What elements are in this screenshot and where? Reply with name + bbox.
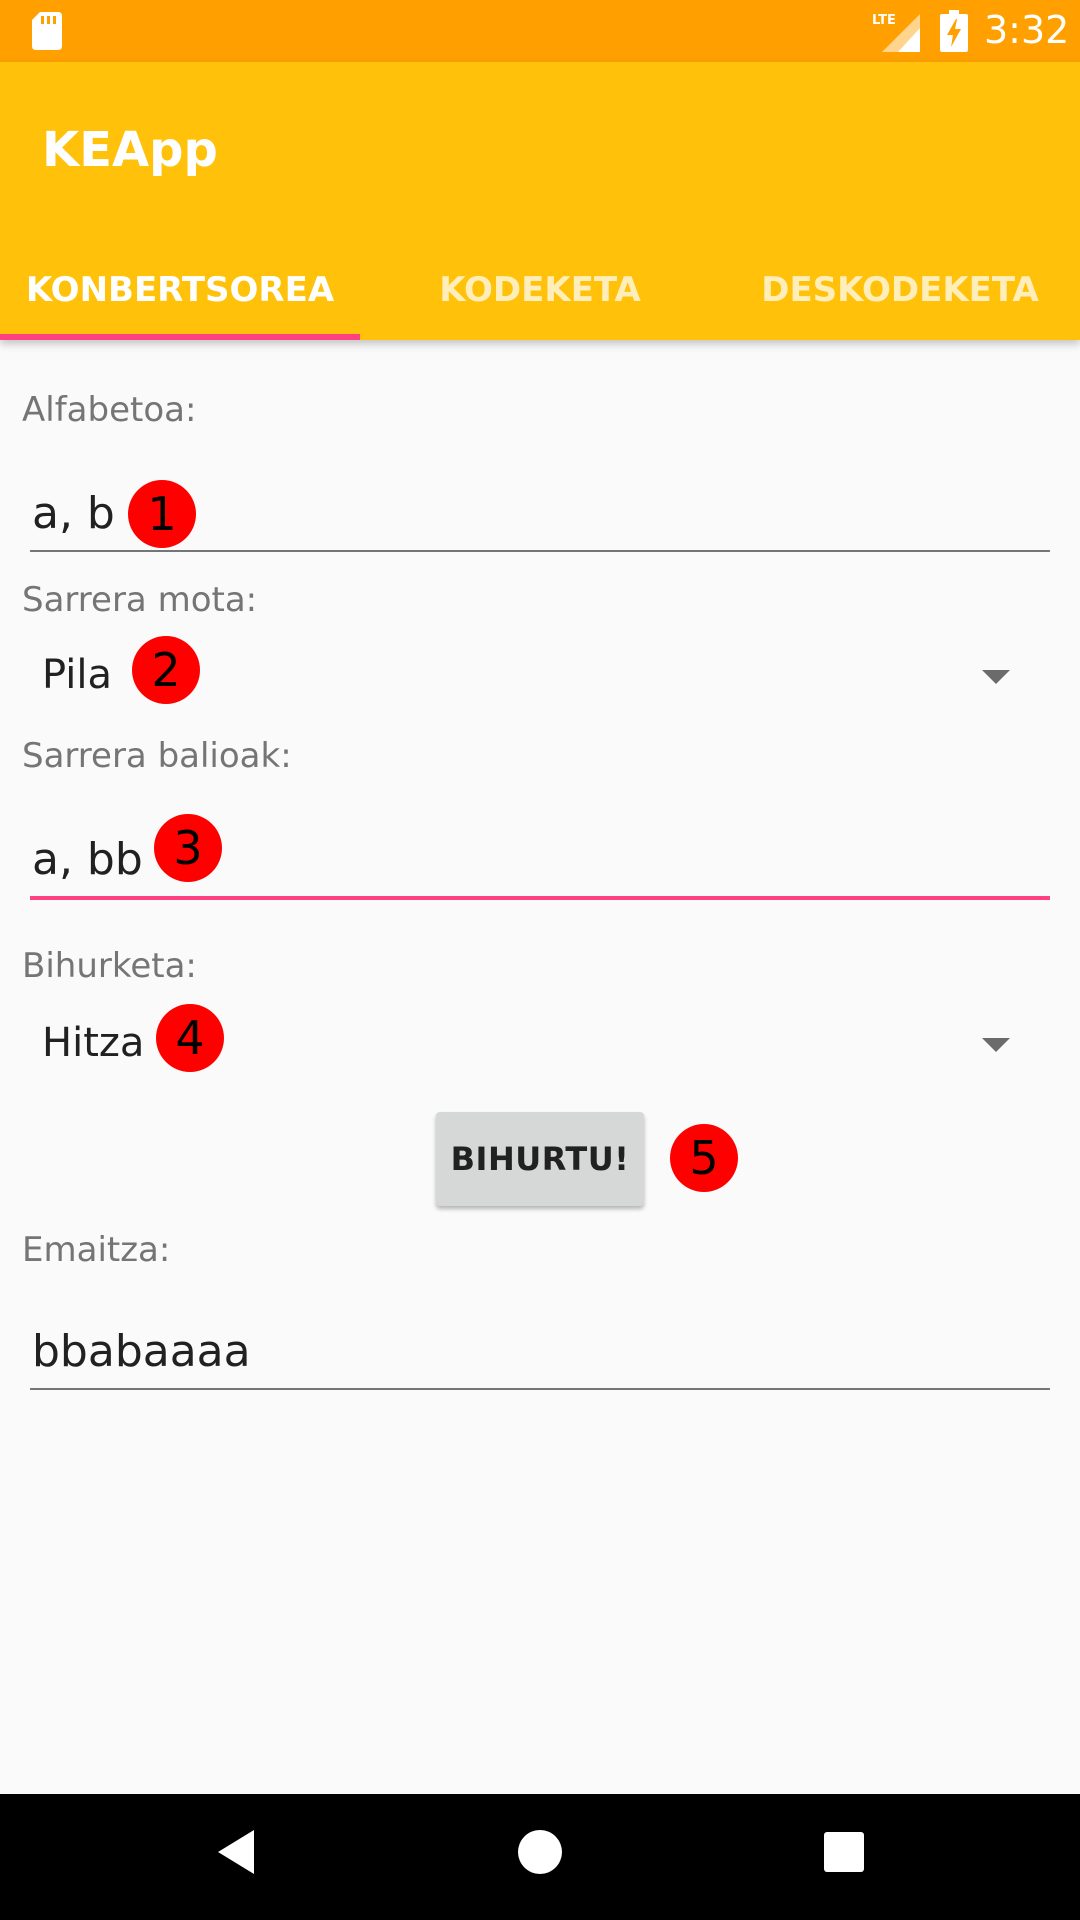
home-icon[interactable] — [518, 1830, 562, 1874]
marker-badge-3: 3 — [154, 814, 222, 882]
conversion-label: Bihurketa: — [22, 946, 197, 986]
alphabet-label: Alfabetoa: — [22, 390, 197, 430]
input-values-label: Sarrera balioak: — [22, 736, 292, 776]
battery-charging-icon — [940, 10, 968, 52]
result-output-underline — [30, 1388, 1050, 1390]
marker-badge-2: 2 — [132, 636, 200, 704]
sd-card-icon — [32, 12, 62, 50]
app-title: KEApp — [42, 122, 218, 178]
tab-kodeketa[interactable]: KODEKETA — [360, 252, 720, 340]
input-type-dropdown-arrow-icon[interactable] — [982, 670, 1010, 684]
conversion-dropdown[interactable]: Hitza — [42, 1020, 144, 1066]
tab-deskodeketa[interactable]: DESKODEKETA — [720, 252, 1080, 340]
signal-lte-icon: LTE — [872, 13, 920, 52]
result-output[interactable]: bbabaaaa — [32, 1326, 251, 1377]
input-type-label: Sarrera mota: — [22, 580, 258, 620]
back-icon[interactable] — [216, 1828, 256, 1876]
network-type-label: LTE — [872, 13, 896, 28]
result-label: Emaitza: — [22, 1230, 171, 1270]
status-bar: LTE 3:32 — [0, 0, 1080, 62]
alphabet-input-underline — [30, 550, 1050, 552]
marker-badge-4: 4 — [156, 1004, 224, 1072]
convert-button[interactable]: BIHURTU! — [436, 1112, 644, 1206]
marker-badge-1: 1 — [128, 480, 196, 548]
recents-icon[interactable] — [824, 1832, 864, 1872]
screen: LTE 3:32 KEApp KONBERTSOREA KODEKETA DES… — [0, 0, 1080, 1920]
navigation-bar — [0, 1794, 1080, 1920]
tab-konbertsorea[interactable]: KONBERTSOREA — [0, 252, 360, 340]
input-values-input[interactable]: a, bb — [32, 834, 143, 885]
input-type-dropdown[interactable]: Pila — [42, 652, 112, 698]
app-bar: KEApp KONBERTSOREA KODEKETA DESKODEKETA — [0, 62, 1080, 340]
conversion-dropdown-arrow-icon[interactable] — [982, 1038, 1010, 1052]
input-values-underline-focused — [30, 896, 1050, 900]
clock: 3:32 — [984, 8, 1070, 52]
alphabet-input[interactable]: a, b — [32, 488, 115, 539]
selected-tab-indicator — [0, 334, 360, 340]
marker-badge-5: 5 — [670, 1124, 738, 1192]
